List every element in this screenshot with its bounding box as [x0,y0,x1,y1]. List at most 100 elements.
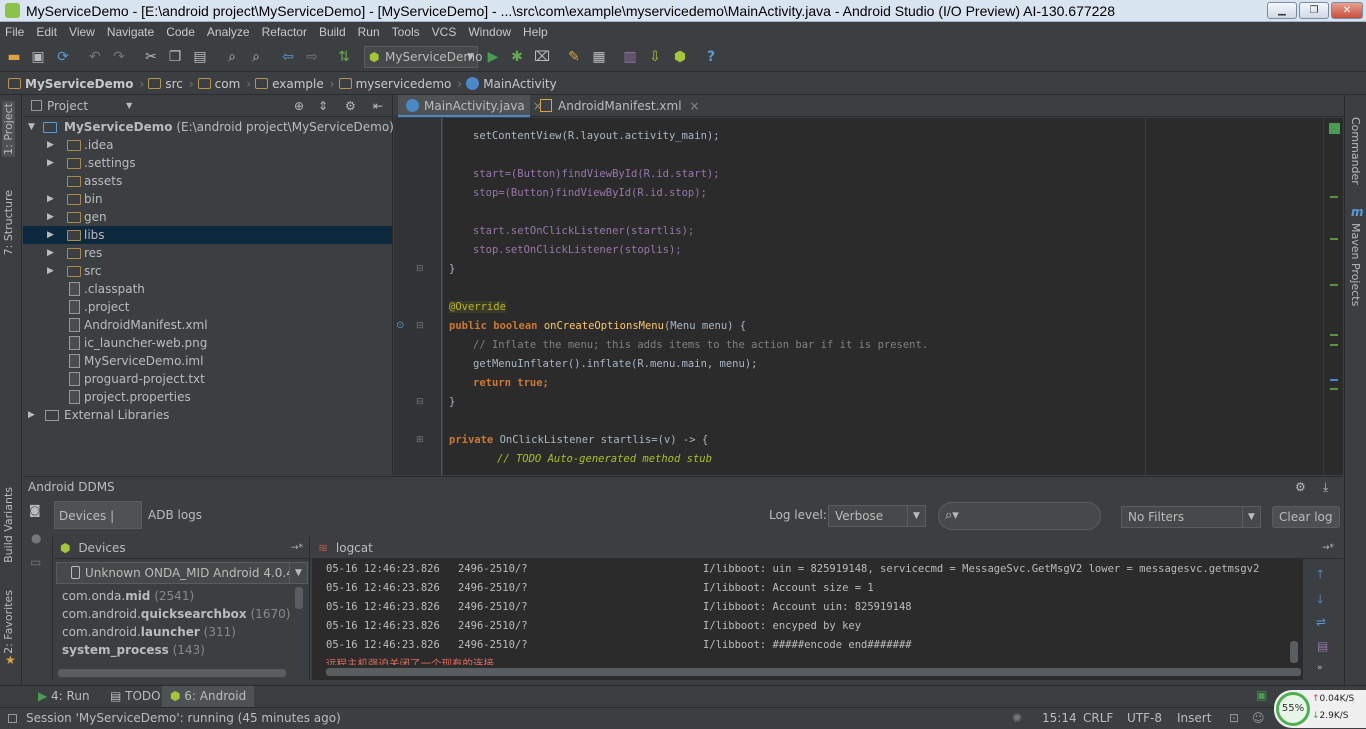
process-item[interactable]: com.onda.mid (2541) [62,587,194,605]
scroll-from-source-icon[interactable]: ⊕ [294,99,304,113]
tree-item-project-properties[interactable]: project.properties [23,388,392,406]
close-tab-icon[interactable]: × [690,99,700,113]
vertical-scrollbar[interactable] [295,587,303,609]
menu-code[interactable]: Code [166,25,195,39]
scroll-up-icon[interactable]: 🡑 [1317,565,1323,586]
horizontal-scrollbar[interactable] [58,669,286,677]
project-view-select[interactable]: Project [47,99,88,113]
help-icon[interactable]: ? [703,49,719,65]
android-monitor-icon[interactable]: ⬢ [672,49,688,65]
vertical-scrollbar[interactable] [1290,641,1298,663]
menu-window[interactable]: Window [468,25,511,39]
process-item[interactable]: com.android.launcher (311) [62,623,236,641]
chevron-down-icon[interactable]: ▼ [126,101,132,110]
clear-all-icon[interactable]: ▤ [1317,639,1328,653]
chevron-right-icon[interactable]: ▶ [47,154,57,172]
sync-icon[interactable]: ⟳ [55,49,71,65]
breadcrumb-item[interactable]: com › [197,77,251,91]
tree-item-classpath[interactable]: .classpath [23,280,392,298]
gear-icon[interactable]: ⚙ [345,99,356,113]
gear-icon[interactable]: ⚙ [1295,477,1306,497]
tree-item-external-libraries[interactable]: ▶ External Libraries [23,406,392,424]
log-level-select[interactable]: Verbose ▼ [828,505,926,527]
tab-todo[interactable]: ▤ TODO [102,686,169,707]
fold-marker-icon[interactable]: ⊟ [416,321,424,331]
run-icon[interactable]: ▶ [485,49,501,65]
tree-item-idea[interactable]: ▶ .idea [23,136,392,154]
maximize-button[interactable]: ❐ [1299,2,1329,19]
tab-structure[interactable]: 7: Structure [2,190,15,255]
tree-item-res[interactable]: ▶ res [23,244,392,262]
breadcrumb-item[interactable]: MainActivity [466,77,557,91]
hide-panel-icon[interactable]: ⤓ [1323,477,1328,497]
expand-icon[interactable]: » [1317,663,1323,673]
chevron-right-icon[interactable]: ▶ [47,262,57,280]
tree-item-assets[interactable]: assets [23,172,392,190]
code-editor[interactable]: setContentView(R.layout.activity_main); … [443,118,1323,475]
hide-panel-icon[interactable]: →* [1322,537,1334,559]
chevron-right-icon[interactable]: ▶ [47,136,57,154]
find-icon[interactable]: ⌕ [224,49,240,65]
log-search-input[interactable]: ⌕▾ [938,502,1101,530]
menu-vcs[interactable]: VCS [432,25,457,39]
process-item[interactable]: com.android.quicksearchbox (1670) [62,605,290,623]
horizontal-scrollbar[interactable] [326,668,1301,676]
tree-item-libs[interactable]: ▶ libs [23,226,392,244]
cut-icon[interactable]: ✂ [143,49,159,65]
minimize-button[interactable]: ▁ [1267,2,1297,19]
chevron-down-icon[interactable]: ▼ [28,118,38,136]
attach-debugger-icon[interactable]: ⌧ [534,49,550,65]
chevron-right-icon[interactable]: ▶ [47,208,57,226]
file-encoding[interactable]: UTF-8 [1127,708,1162,729]
hide-panel-icon[interactable]: →* [291,537,303,559]
run-config-select[interactable]: ⬢ MyServiceDemo ▼ [364,46,482,68]
breadcrumb-item[interactable]: MyServiceDemo › [8,77,144,91]
override-icon[interactable]: ⊙ [396,320,404,331]
line-separator[interactable]: CRLF [1083,708,1113,729]
tab-build-variants[interactable]: Build Variants [2,487,15,563]
menu-run[interactable]: Run [358,25,380,39]
paste-icon[interactable]: ▤ [192,49,208,65]
chevron-right-icon[interactable]: ▶ [47,244,57,262]
back-icon[interactable]: ⇦ [280,49,296,65]
error-stripe[interactable] [1323,118,1343,475]
settings-icon[interactable]: ✎ [566,49,582,65]
background-tasks-icon[interactable]: ✺ [1012,708,1022,729]
tree-item-gen[interactable]: ▶ gen [23,208,392,226]
chevron-right-icon[interactable]: ▶ [47,190,57,208]
debug-icon[interactable]: ✱ [509,49,525,65]
redo-icon[interactable]: ↷ [111,49,127,65]
menu-analyze[interactable]: Analyze [207,25,250,39]
event-log-icon[interactable]: ▣ [1256,688,1267,702]
forward-icon[interactable]: ⇨ [304,49,320,65]
tree-item-androidmanifest-xml[interactable]: AndroidManifest.xml [23,316,392,334]
open-folder-icon[interactable]: ▬ [6,49,22,65]
screenshot-icon[interactable]: ◙ [29,503,41,517]
menu-view[interactable]: View [69,25,95,39]
tree-root-mymservicedemo[interactable]: ▼ MyServiceDemo (E:\android project\MySer… [23,118,394,136]
tree-item-src[interactable]: ▶ src [23,262,392,280]
sdk-manager-icon[interactable]: ⇩ [647,49,663,65]
breadcrumb-item[interactable]: src › [148,77,194,91]
process-item[interactable]: system_process (143) [62,641,205,659]
save-icon[interactable]: ▣ [30,49,46,65]
menu-tools[interactable]: Tools [392,25,420,39]
caret-position[interactable]: 15:14 [1042,708,1077,729]
tab-commander[interactable]: Commander [1349,117,1362,185]
chevron-right-icon[interactable]: ▶ [47,226,57,244]
menu-edit[interactable]: Edit [36,25,57,39]
inspector-icon[interactable]: ☺ [1252,708,1265,729]
fold-marker-icon[interactable]: ⊟ [416,397,424,407]
menu-help[interactable]: Help [523,25,548,39]
tab-project[interactable]: 1: Project [2,101,15,157]
tree-item-ic-launcher-web-png[interactable]: ic_launcher-web.png [23,334,392,352]
tree-item-myservicedemo-iml[interactable]: MyServiceDemo.iml [23,352,392,370]
undo-icon[interactable]: ↶ [87,49,103,65]
tab-maven-projects[interactable]: Maven Projects [1349,223,1362,306]
menu-refactor[interactable]: Refactor [262,25,307,39]
copy-icon[interactable]: ❐ [167,49,183,65]
tree-item-proguard-project-txt[interactable]: proguard-project.txt [23,370,392,388]
log-filter-select[interactable]: No Filters ▼ [1121,506,1261,528]
chevron-right-icon[interactable]: ▶ [28,406,38,424]
scroll-down-icon[interactable]: 🡓 [1317,590,1323,611]
